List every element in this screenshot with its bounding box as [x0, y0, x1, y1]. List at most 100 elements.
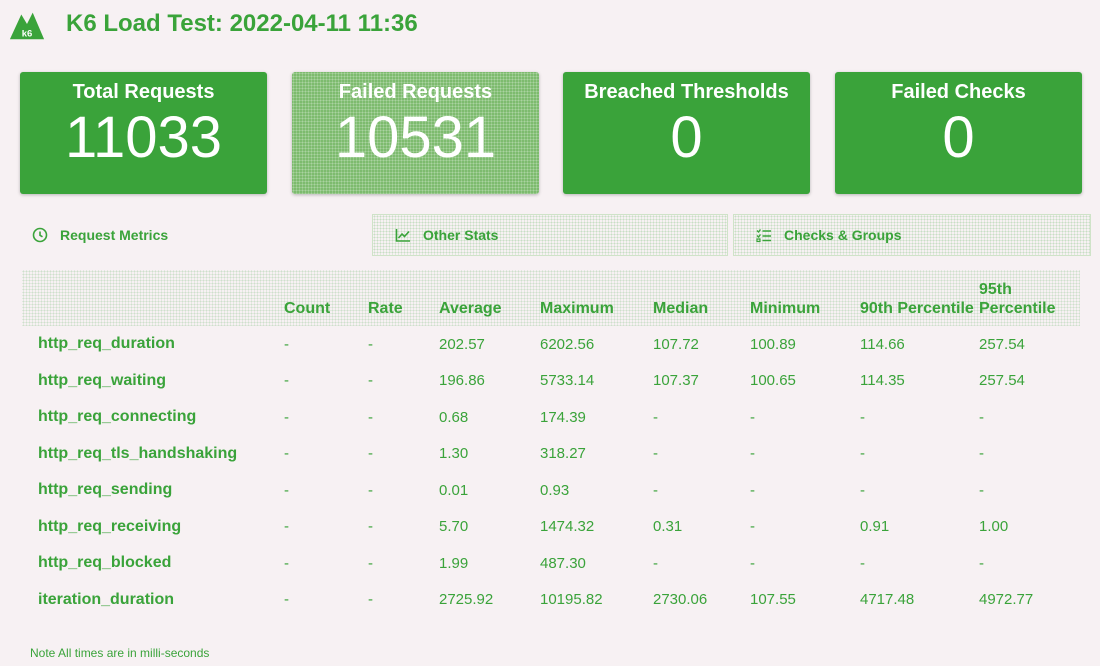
- metric-value: 202.57: [439, 335, 485, 353]
- metric-value: 107.72: [653, 335, 699, 353]
- metric-value: -: [750, 481, 755, 499]
- metric-value: 2730.06: [653, 591, 708, 609]
- clock-icon: [32, 227, 48, 243]
- card-value: 11033: [65, 105, 222, 170]
- metric-value: 196.86: [439, 372, 485, 390]
- tab-other-stats[interactable]: Other Stats: [372, 214, 728, 256]
- metric-value: 5733.14: [540, 372, 595, 390]
- page-title: K6 Load Test: 2022-04-11 11:36: [66, 10, 418, 37]
- metric-value: -: [368, 445, 373, 463]
- metric-name: iteration_duration: [38, 590, 175, 608]
- metric-value: -: [284, 335, 289, 353]
- summary-cards: Total Requests 11033 Failed Requests 105…: [20, 72, 1082, 194]
- footnote: Note All times are in milli-seconds: [30, 646, 210, 660]
- metric-value: -: [368, 554, 373, 572]
- card-value: 10531: [334, 105, 497, 170]
- metric-value: -: [368, 372, 373, 390]
- metric-value: 1.99: [439, 554, 469, 572]
- metric-name: http_req_waiting: [38, 371, 167, 389]
- tab-request-metrics[interactable]: Request Metrics: [32, 214, 362, 256]
- metric-value: -: [653, 408, 658, 426]
- metric-value: -: [653, 481, 658, 499]
- metric-value: 107.55: [750, 591, 796, 609]
- card-failed-checks: Failed Checks 0: [835, 72, 1082, 194]
- column-header: 95th Percentile: [979, 281, 1056, 317]
- metric-value: 257.54: [979, 372, 1025, 390]
- metric-value: -: [979, 445, 984, 463]
- tab-label: Request Metrics: [60, 227, 169, 243]
- table-row: http_req_receiving - - 5.70 1474.32 0.31 - 0.91…: [22, 509, 1080, 546]
- metric-value: 0.93: [540, 481, 570, 499]
- request-metrics-table-container: Count Rate Average Maximum Median Minimu…: [22, 270, 1080, 618]
- chart-line-icon: [395, 229, 410, 242]
- metric-name: http_req_sending: [38, 481, 173, 499]
- metric-value: -: [860, 481, 865, 499]
- metric-value: -: [284, 481, 289, 499]
- metric-value: -: [284, 591, 289, 609]
- metric-value: -: [750, 408, 755, 426]
- metric-name: http_req_duration: [38, 335, 175, 353]
- metric-value: 1.30: [439, 445, 469, 463]
- metric-value: -: [284, 518, 289, 536]
- card-label: Failed Checks: [891, 81, 1026, 103]
- card-label: Total Requests: [72, 81, 215, 103]
- metric-value: 2725.92: [439, 591, 494, 609]
- table-row: http_req_tls_handshaking - - 1.30 318.27 - - - -: [22, 436, 1080, 473]
- metric-value: -: [284, 372, 289, 390]
- tab-label: Other Stats: [423, 227, 499, 243]
- metric-value: -: [284, 445, 289, 463]
- metric-name: http_req_receiving: [38, 517, 182, 535]
- metric-value: 100.65: [750, 372, 796, 390]
- metric-value: -: [750, 445, 755, 463]
- card-value: 0: [942, 105, 975, 170]
- metric-value: 10195.82: [540, 591, 603, 609]
- svg-text:k6: k6: [22, 28, 33, 39]
- metric-value: 114.66: [860, 335, 905, 353]
- metric-value: 318.27: [540, 445, 586, 463]
- table-row: iteration_duration - - 2725.92 10195.82 2730.…: [22, 582, 1080, 619]
- metric-value: 257.54: [979, 335, 1025, 353]
- column-header: Rate: [368, 300, 403, 317]
- column-header: [22, 270, 284, 326]
- metric-value: 174.39: [540, 408, 586, 426]
- metric-value: 0.31: [653, 518, 683, 536]
- card-value: 0: [670, 105, 703, 170]
- card-total-requests: Total Requests 11033: [20, 72, 267, 194]
- metric-value: -: [368, 518, 373, 536]
- metric-value: 5.70: [439, 518, 469, 536]
- metric-value: -: [368, 335, 373, 353]
- table-header-row: Count Rate Average Maximum Median Minimu…: [22, 270, 1080, 326]
- card-failed-requests: Failed Requests 10531: [292, 72, 539, 194]
- header: k6 K6 Load Test: 2022-04-11 11:36: [8, 4, 418, 44]
- request-metrics-table: Count Rate Average Maximum Median Minimu…: [22, 270, 1080, 618]
- metric-name: http_req_connecting: [38, 408, 197, 426]
- metric-value: 6202.56: [540, 335, 595, 353]
- tab-checks-groups[interactable]: Checks & Groups: [733, 214, 1091, 256]
- metric-value: -: [284, 408, 289, 426]
- metric-value: -: [653, 554, 658, 572]
- metric-value: 487.30: [540, 554, 586, 572]
- metric-value: -: [653, 445, 658, 463]
- column-header: Average: [439, 300, 502, 317]
- column-header: Count: [284, 300, 331, 317]
- k6-logo: k6: [9, 12, 45, 39]
- metric-value: -: [979, 481, 984, 499]
- metric-value: 0.68: [439, 408, 469, 426]
- metric-value: -: [368, 481, 373, 499]
- column-header: Maximum: [540, 300, 614, 317]
- metric-value: -: [750, 518, 755, 536]
- table-row: http_req_connecting - - 0.68 174.39 - - - -: [22, 399, 1080, 436]
- card-label: Breached Thresholds: [584, 81, 789, 103]
- metric-value: -: [750, 554, 755, 572]
- tab-bar: Request Metrics Other Stats Checks & Gro…: [20, 214, 1092, 256]
- metric-value: 0.01: [439, 481, 469, 499]
- metric-value: 100.89: [750, 335, 796, 353]
- metric-value: -: [860, 445, 865, 463]
- tab-label: Checks & Groups: [784, 227, 902, 243]
- table-row: http_req_waiting - - 196.86 5733.14 107.37 100…: [22, 363, 1080, 400]
- metric-value: -: [284, 554, 289, 572]
- metric-value: -: [860, 408, 865, 426]
- metric-value: -: [979, 554, 984, 572]
- card-breached-thresholds: Breached Thresholds 0: [563, 72, 810, 194]
- table-row: http_req_blocked - - 1.99 487.30 - - - -: [22, 545, 1080, 582]
